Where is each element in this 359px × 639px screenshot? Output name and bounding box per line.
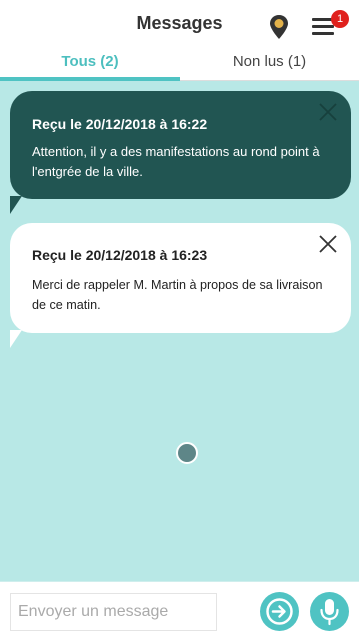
dismiss-message-button[interactable] (317, 101, 339, 123)
message-text: Attention, il y a des manifestations au … (32, 144, 320, 179)
page-title: Messages (136, 13, 223, 33)
bubble-tail (10, 330, 22, 348)
loading-indicator (176, 442, 198, 464)
app-header: Messages 1 (0, 0, 359, 48)
send-arrow-icon (266, 598, 293, 625)
message-card-read[interactable]: Reçu le 20/12/2018 à 16:23 Merci de rapp… (10, 223, 351, 333)
send-button[interactable] (260, 592, 299, 631)
tab-bar: Tous (2) Non lus (1) (0, 48, 359, 81)
tab-unread[interactable]: Non lus (1) (180, 48, 359, 81)
message-list[interactable]: Reçu le 20/12/2018 à 16:22 Attention, il… (0, 81, 359, 581)
message-date: Reçu le 20/12/2018 à 16:22 (32, 116, 208, 132)
close-icon (319, 235, 337, 253)
microphone-icon (320, 599, 339, 626)
notification-badge: 1 (331, 10, 349, 28)
message-date: Reçu le 20/12/2018 à 16:23 (32, 247, 208, 263)
bubble-tail (10, 196, 22, 214)
location-button[interactable] (268, 14, 290, 40)
close-icon (319, 103, 337, 121)
message-input[interactable] (10, 593, 217, 631)
message-text: Merci de rappeler M. Martin à propos de … (32, 278, 323, 312)
message-card-unread[interactable]: Reçu le 20/12/2018 à 16:22 Attention, il… (10, 91, 351, 199)
message-composer (0, 581, 359, 639)
location-pin-icon (270, 15, 288, 39)
dismiss-message-button[interactable] (317, 233, 339, 255)
voice-input-button[interactable] (310, 592, 349, 631)
